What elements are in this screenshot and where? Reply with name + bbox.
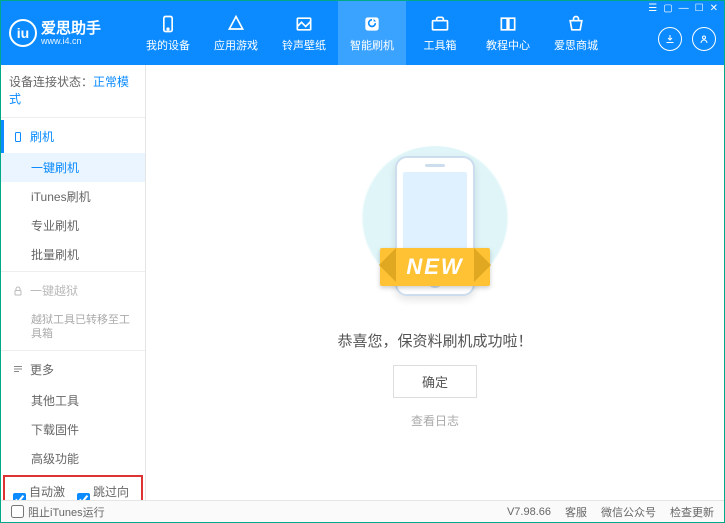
nav-my-device[interactable]: 我的设备: [134, 1, 202, 65]
user-button[interactable]: [692, 27, 716, 51]
section-label: 刷机: [30, 128, 54, 145]
sidebar: 设备连接状态：正常模式 刷机 一键刷机 iTunes刷机 专业刷机 批量刷机 一…: [1, 65, 146, 500]
nav-label: 教程中心: [486, 37, 530, 53]
user-icon: [698, 33, 710, 45]
main-content: NEW 恭喜您，保资料刷机成功啦！ 确定 查看日志: [146, 65, 724, 500]
ok-button[interactable]: 确定: [393, 365, 477, 398]
logo-title: 爱思助手: [41, 21, 101, 36]
status-label: 设备连接状态：: [9, 75, 93, 89]
phone-icon: [158, 14, 178, 34]
download-button[interactable]: [658, 27, 682, 51]
footer: 阻止iTunes运行 V7.98.66 客服 微信公众号 检查更新: [1, 500, 724, 522]
download-icon: [664, 33, 676, 45]
nav-label: 工具箱: [424, 37, 457, 53]
skin-button[interactable]: ▢: [663, 3, 672, 14]
checkbox-input[interactable]: [13, 493, 26, 500]
sidebar-item-download-fw[interactable]: 下载固件: [1, 415, 145, 444]
divider: [1, 271, 145, 272]
sidebar-item-other-tools[interactable]: 其他工具: [1, 386, 145, 415]
nav-flash[interactable]: 智能刷机: [338, 1, 406, 65]
version-label: V7.98.66: [507, 506, 551, 518]
nav-label: 智能刷机: [350, 37, 394, 53]
checkbox-label: 跳过向导: [93, 483, 133, 500]
minimize-button[interactable]: —: [679, 3, 689, 14]
section-more[interactable]: 更多: [1, 353, 145, 386]
divider: [1, 350, 145, 351]
store-icon: [566, 14, 586, 34]
sidebar-item-itunes-flash[interactable]: iTunes刷机: [1, 182, 145, 211]
list-icon: [12, 363, 24, 375]
nav-label: 应用游戏: [214, 37, 258, 53]
close-button[interactable]: ✕: [710, 3, 718, 14]
section-jailbreak[interactable]: 一键越狱: [1, 274, 145, 307]
nav-label: 我的设备: [146, 37, 190, 53]
success-illustration: NEW: [335, 136, 535, 316]
jailbreak-note: 越狱工具已转移至工具箱: [1, 307, 145, 348]
wallpaper-icon: [294, 14, 314, 34]
checkbox-label: 阻止iTunes运行: [28, 504, 105, 520]
update-link[interactable]: 检查更新: [670, 504, 714, 520]
nav-label: 爱思商城: [554, 37, 598, 53]
logo: iu 爱思助手 www.i4.cn: [9, 19, 134, 47]
sidebar-item-oneclick-flash[interactable]: 一键刷机: [1, 153, 145, 182]
titlebar-controls: ☰ ▢ — ☐ ✕: [648, 3, 718, 14]
success-message: 恭喜您，保资料刷机成功啦！: [337, 330, 532, 351]
sidebar-item-pro-flash[interactable]: 专业刷机: [1, 211, 145, 240]
nav: 我的设备 应用游戏 铃声壁纸 智能刷机 工具箱 教程中心 爱思商城: [134, 1, 610, 65]
checkbox-auto-activate[interactable]: 自动激活: [13, 483, 69, 500]
divider: [1, 117, 145, 118]
header: iu 爱思助手 www.i4.cn 我的设备 应用游戏 铃声壁纸 智能刷机 工具…: [1, 1, 724, 65]
sidebar-item-batch-flash[interactable]: 批量刷机: [1, 240, 145, 269]
nav-apps[interactable]: 应用游戏: [202, 1, 270, 65]
nav-store[interactable]: 爱思商城: [542, 1, 610, 65]
checkbox-input[interactable]: [11, 505, 24, 518]
lock-icon: [12, 285, 24, 297]
nav-toolbox[interactable]: 工具箱: [406, 1, 474, 65]
new-banner: NEW: [380, 248, 489, 286]
checkbox-label: 自动激活: [29, 483, 69, 500]
logo-url: www.i4.cn: [41, 36, 101, 46]
wechat-link[interactable]: 微信公众号: [601, 504, 656, 520]
toolbox-icon: [430, 14, 450, 34]
checkbox-skip-guide[interactable]: 跳过向导: [77, 483, 133, 500]
checkbox-input[interactable]: [77, 493, 90, 500]
phone-small-icon: [12, 131, 24, 143]
sidebar-item-advanced[interactable]: 高级功能: [1, 444, 145, 473]
block-itunes-checkbox[interactable]: 阻止iTunes运行: [11, 504, 105, 520]
header-right: [658, 27, 716, 51]
logo-icon: iu: [9, 19, 37, 47]
nav-tutorials[interactable]: 教程中心: [474, 1, 542, 65]
nav-ringtones[interactable]: 铃声壁纸: [270, 1, 338, 65]
support-link[interactable]: 客服: [565, 504, 587, 520]
apps-icon: [226, 14, 246, 34]
flash-options: 自动激活 跳过向导: [3, 475, 143, 500]
section-label: 更多: [30, 361, 54, 378]
maximize-button[interactable]: ☐: [695, 3, 704, 14]
book-icon: [498, 14, 518, 34]
view-log-link[interactable]: 查看日志: [411, 412, 459, 429]
section-label: 一键越狱: [30, 282, 78, 299]
menu-button[interactable]: ☰: [648, 3, 657, 14]
section-flash[interactable]: 刷机: [1, 120, 145, 153]
flash-icon: [362, 14, 382, 34]
connection-status: 设备连接状态：正常模式: [1, 65, 145, 115]
nav-label: 铃声壁纸: [282, 37, 326, 53]
